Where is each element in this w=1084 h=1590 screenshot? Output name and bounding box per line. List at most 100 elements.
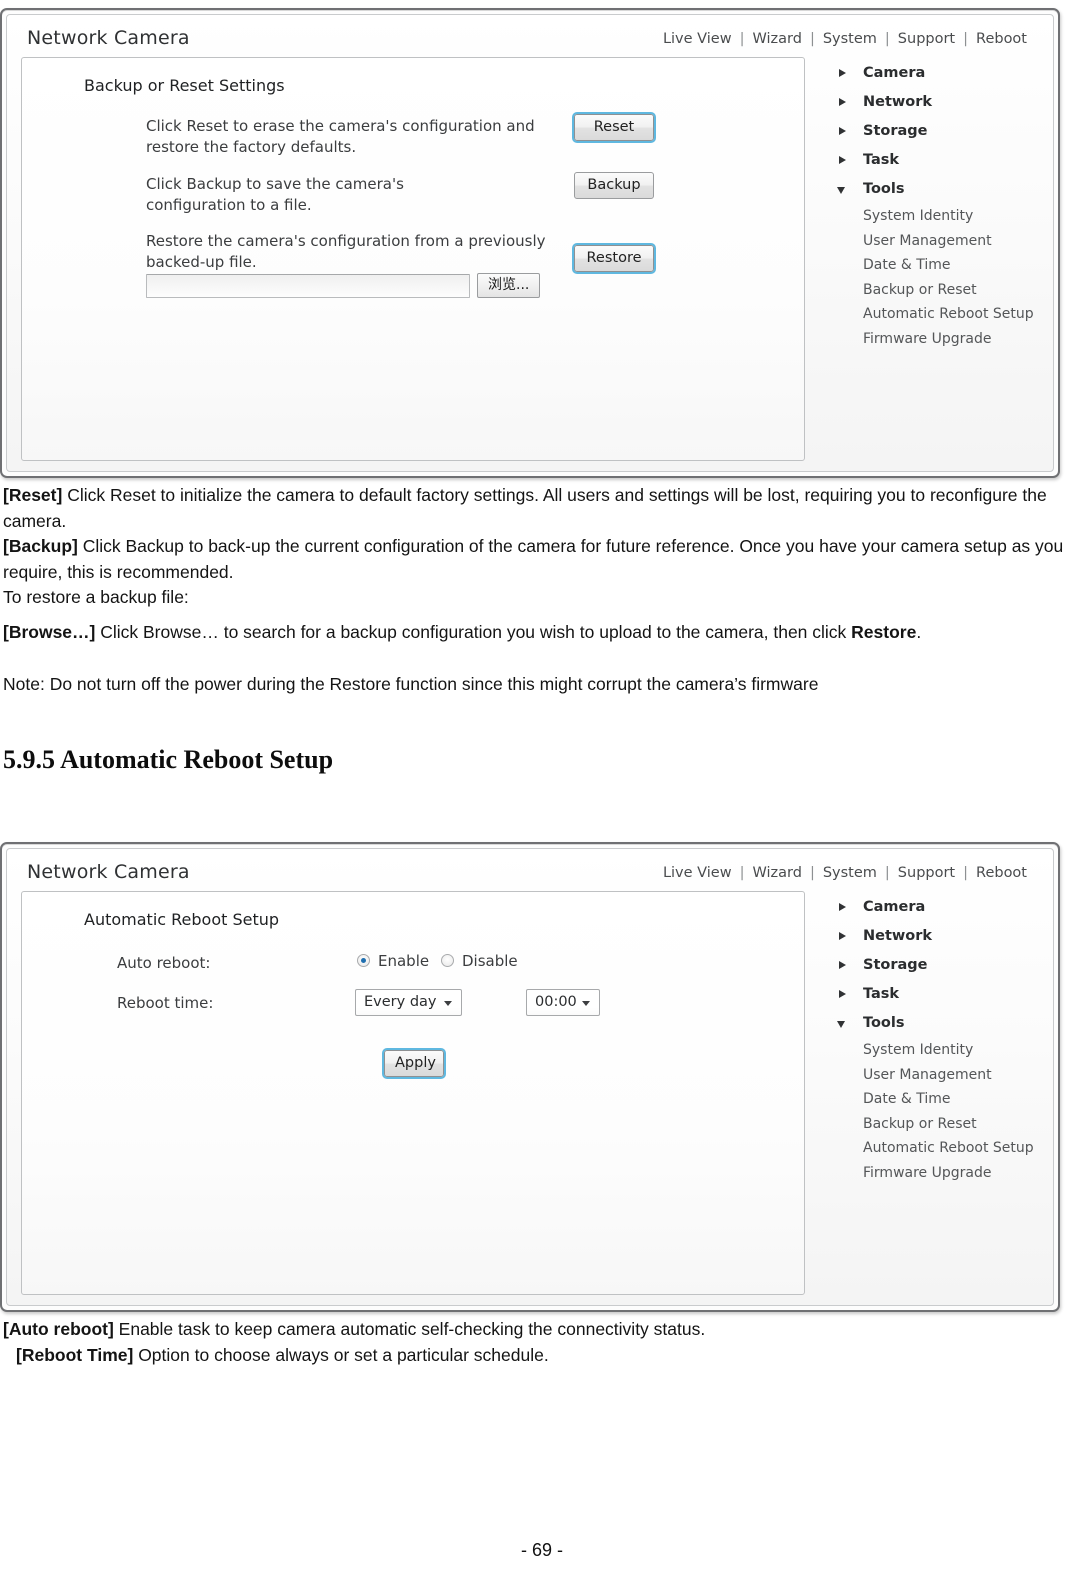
nav-live-view-1[interactable]: Live View: [657, 31, 738, 47]
chevron-down-icon: [582, 1001, 590, 1006]
chevron-right-icon: [839, 156, 846, 164]
chevron-right-icon: [839, 127, 846, 135]
chevron-right-icon: [839, 932, 846, 940]
auto-reboot-text: Enable task to keep camera automatic sel…: [113, 1319, 706, 1339]
sidebar-item-backup-or-reset[interactable]: Backup or Reset: [819, 278, 1059, 303]
page-number: - 69 -: [520, 1540, 563, 1560]
reboot-day-value: Every day: [364, 994, 437, 1010]
backup-paragraph: [Backup] Click Backup to back-up the cur…: [3, 534, 1067, 585]
sidebar-item-automatic-reboot-setup[interactable]: Automatic Reboot Setup: [819, 1136, 1059, 1161]
restore-emphasis: Restore: [851, 622, 917, 642]
nav-separator: |: [809, 865, 815, 881]
topbar-2: Network Camera Live View | Wizard | System | S…: [7, 849, 1053, 891]
sidebar-item-label: Network: [863, 94, 933, 110]
top-nav-1: Live View | Wizard | System | Support | Reboot: [657, 31, 1033, 47]
auto-reboot-enable-radio[interactable]: [357, 954, 370, 967]
sidebar-item-automatic-reboot-setup[interactable]: Automatic Reboot Setup: [819, 302, 1059, 327]
chevron-down-icon: [837, 187, 845, 194]
sidebar-item-network[interactable]: Network: [819, 88, 1059, 117]
sidebar-item-task[interactable]: Task: [819, 146, 1059, 175]
sidebar-1: Camera Network Storage Task Tools System…: [819, 59, 1059, 351]
chevron-down-icon: [444, 1001, 452, 1006]
reboot-clock-select[interactable]: 00:00: [526, 989, 600, 1016]
reboot-time-term: [Reboot Time]: [16, 1345, 134, 1365]
sidebar-item-user-management[interactable]: User Management: [819, 229, 1059, 254]
sidebar-item-network[interactable]: Network: [819, 922, 1059, 951]
top-nav-2: Live View | Wizard | System | Support | Reboot: [657, 865, 1033, 881]
sidebar-item-camera[interactable]: Camera: [819, 893, 1059, 922]
app-brand-1: Network Camera: [27, 27, 190, 49]
sidebar-item-camera[interactable]: Camera: [819, 59, 1059, 88]
sidebar-item-system-identity[interactable]: System Identity: [819, 1038, 1059, 1063]
chevron-down-icon: [837, 1021, 845, 1028]
nav-separator: |: [963, 865, 969, 881]
sidebar-item-label: Tools: [863, 181, 905, 197]
section-heading-5-9-5: 5.9.5 Automatic Reboot Setup: [3, 745, 334, 774]
sidebar-item-firmware-upgrade[interactable]: Firmware Upgrade: [819, 1161, 1059, 1186]
browse-button[interactable]: 浏览...: [477, 273, 541, 298]
reboot-time-paragraph: [Reboot Time] Option to choose always or…: [16, 1343, 1080, 1369]
sidebar-item-system-identity[interactable]: System Identity: [819, 204, 1059, 229]
nav-support-1[interactable]: Support: [892, 31, 961, 47]
auto-reboot-term: [Auto reboot]: [3, 1319, 114, 1339]
sidebar-item-label: Camera: [863, 65, 926, 81]
auto-reboot-label: Auto reboot:: [117, 954, 211, 972]
restore-intro-text: To restore a backup file:: [3, 587, 189, 607]
nav-reboot-2[interactable]: Reboot: [970, 865, 1033, 881]
sidebar-item-date-time[interactable]: Date & Time: [819, 253, 1059, 278]
page-title-2: Automatic Reboot Setup: [84, 910, 280, 929]
web-ui-frame-2: Network Camera Live View | Wizard | System | S…: [6, 848, 1054, 1306]
nav-system-1[interactable]: System: [817, 31, 883, 47]
page-title-1: Backup or Reset Settings: [84, 76, 285, 95]
nav-system-2[interactable]: System: [817, 865, 883, 881]
sidebar-item-storage[interactable]: Storage: [819, 951, 1059, 980]
sidebar-item-backup-or-reset[interactable]: Backup or Reset: [819, 1112, 1059, 1137]
nav-wizard-1[interactable]: Wizard: [746, 31, 807, 47]
nav-live-view-2[interactable]: Live View: [657, 865, 738, 881]
reboot-time-text: Option to choose always or set a particu…: [133, 1345, 549, 1365]
note-text: Note: Do not turn off the power during t…: [3, 674, 819, 694]
disable-label: Disable: [462, 952, 518, 970]
browse-paragraph: [Browse…] Click Browse… to search for a …: [3, 620, 1067, 646]
chevron-right-icon: [839, 98, 846, 106]
reset-description: Click Reset to erase the camera's config…: [146, 117, 535, 156]
restore-description: Restore the camera's configuration from …: [146, 232, 546, 271]
nav-reboot-1[interactable]: Reboot: [970, 31, 1033, 47]
content-panel-2: Automatic Reboot Setup Auto reboot: Enab…: [21, 891, 805, 1295]
sidebar-item-task[interactable]: Task: [819, 980, 1059, 1009]
nav-wizard-2[interactable]: Wizard: [746, 865, 807, 881]
restore-button[interactable]: Restore: [572, 243, 656, 274]
sidebar-item-tools[interactable]: Tools: [819, 175, 1059, 204]
app-brand-2: Network Camera: [27, 861, 190, 883]
reset-text: Click Reset to initialize the camera to …: [3, 485, 1047, 531]
nav-separator: |: [809, 31, 815, 47]
sidebar-item-label: Camera: [863, 899, 926, 915]
chevron-right-icon: [839, 961, 846, 969]
auto-reboot-paragraph: [Auto reboot] Enable task to keep camera…: [3, 1317, 1067, 1343]
apply-button[interactable]: Apply: [382, 1048, 446, 1079]
note-paragraph: Note: Do not turn off the power during t…: [3, 672, 1067, 698]
sidebar-item-tools[interactable]: Tools: [819, 1009, 1059, 1038]
sidebar-item-label: Tools: [863, 1015, 905, 1031]
auto-reboot-disable-radio[interactable]: [441, 954, 454, 967]
backup-button[interactable]: Backup: [574, 172, 654, 199]
reset-button[interactable]: Reset: [572, 112, 656, 143]
nav-separator: |: [884, 31, 890, 47]
restore-file-path-input[interactable]: [146, 274, 470, 298]
screenshot-automatic-reboot-setup: Network Camera Live View | Wizard | System | S…: [0, 842, 1060, 1312]
sidebar-item-storage[interactable]: Storage: [819, 117, 1059, 146]
reboot-day-select[interactable]: Every day: [355, 989, 462, 1016]
chevron-right-icon: [839, 990, 846, 998]
content-panel-1: Backup or Reset Settings Click Reset to …: [21, 57, 805, 461]
nav-separator: |: [963, 31, 969, 47]
sidebar-item-date-time[interactable]: Date & Time: [819, 1087, 1059, 1112]
reboot-time-label: Reboot time:: [117, 994, 214, 1012]
nav-separator: |: [884, 865, 890, 881]
sidebar-2: Camera Network Storage Task Tools System…: [819, 893, 1059, 1185]
sidebar-item-firmware-upgrade[interactable]: Firmware Upgrade: [819, 327, 1059, 352]
enable-label: Enable: [378, 952, 430, 970]
nav-support-2[interactable]: Support: [892, 865, 961, 881]
sidebar-item-user-management[interactable]: User Management: [819, 1063, 1059, 1088]
chevron-right-icon: [839, 903, 846, 911]
sidebar-item-label: Storage: [863, 123, 928, 139]
